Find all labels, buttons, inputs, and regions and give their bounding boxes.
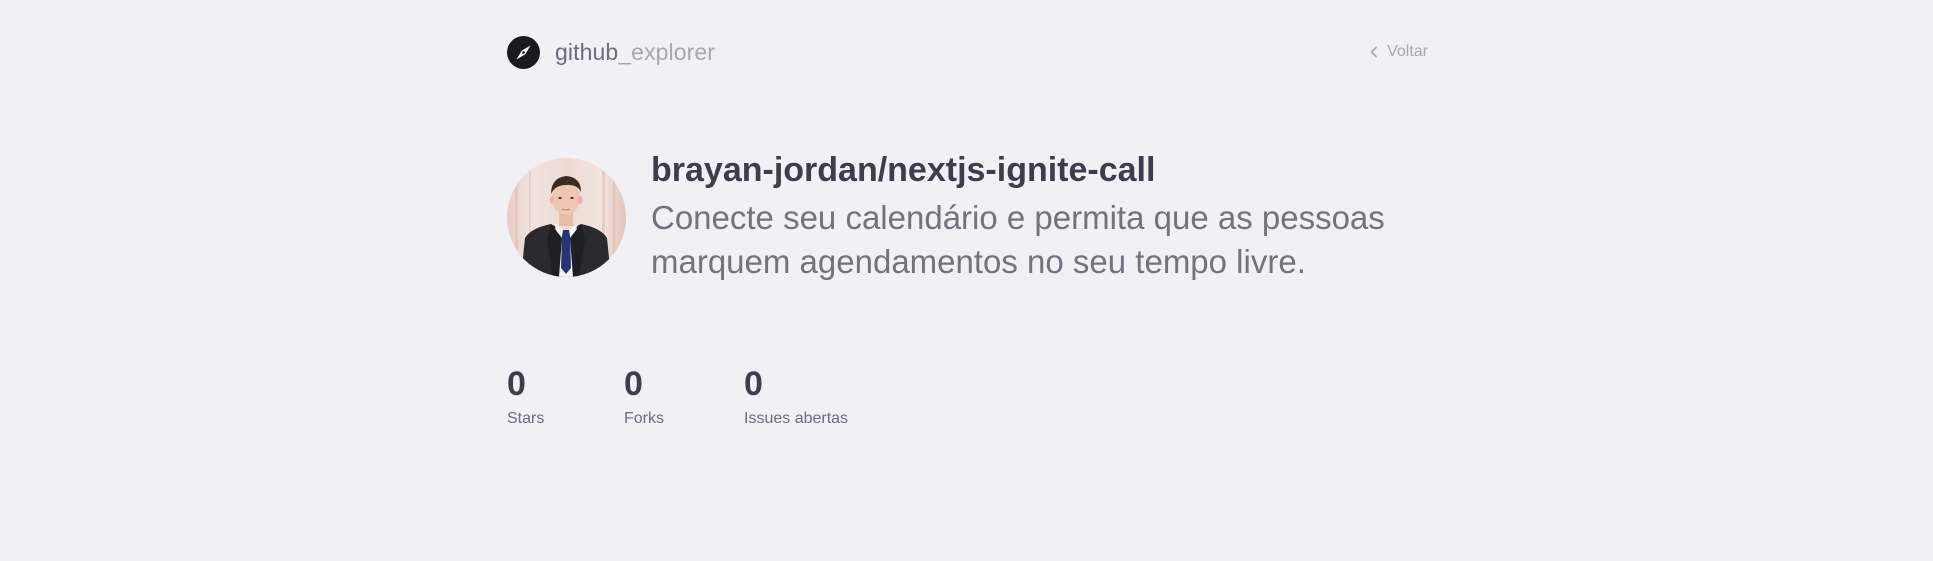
brand[interactable]: github_explorer (507, 35, 715, 69)
stat-forks: 0 Forks (624, 364, 744, 428)
brand-name-strong: github (555, 38, 619, 65)
repository-description: Conecte seu calendário e permita que as … (651, 199, 1385, 280)
repository-info: brayan-jordan/nextjs-ignite-call Conecte… (507, 150, 1428, 284)
back-link-label: Voltar (1387, 43, 1428, 60)
brand-name: github_explorer (555, 39, 715, 66)
stat-stars-label: Stars (507, 410, 545, 427)
owner-avatar (507, 157, 626, 277)
compass-icon (507, 35, 540, 69)
back-link[interactable]: Voltar (1369, 43, 1428, 61)
stat-forks-label: Forks (624, 410, 664, 427)
stat-stars-value: 0 (507, 365, 526, 403)
repository-name: brayan-jordan/nextjs-ignite-call (651, 151, 1156, 189)
repository-stats: 0 Stars 0 Forks 0 Issues abertas (507, 364, 848, 428)
repository-text: brayan-jordan/nextjs-ignite-call Conecte… (651, 150, 1451, 284)
stat-open-issues-label: Issues abertas (744, 410, 849, 427)
brand-name-light: _explorer (618, 38, 716, 65)
app-header: github_explorer Voltar (507, 34, 1428, 70)
page: github_explorer Voltar brayan-jordan/nex… (0, 0, 1933, 561)
stat-open-issues-value: 0 (744, 365, 763, 403)
stat-open-issues: 0 Issues abertas (744, 364, 848, 428)
stat-forks-value: 0 (624, 365, 643, 403)
stat-stars: 0 Stars (507, 364, 624, 428)
chevron-left-icon (1369, 46, 1379, 58)
